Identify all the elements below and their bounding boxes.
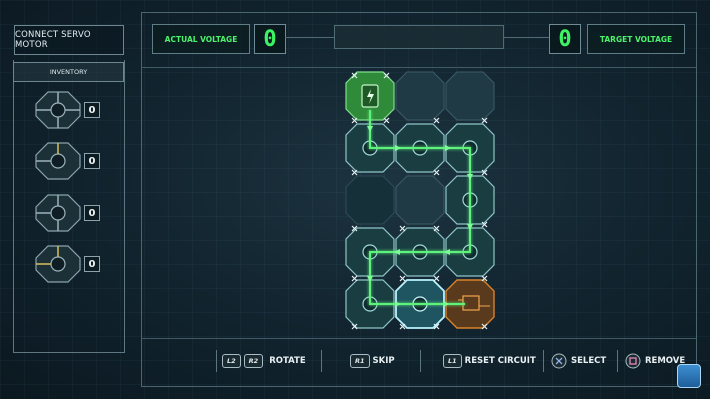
reset-circuit-label: RESET CIRCUIT [464, 356, 536, 366]
divider [321, 350, 322, 372]
circuit-board[interactable] [340, 66, 510, 338]
inventory-item-tee[interactable]: 0 [34, 193, 100, 233]
actual-voltage-value: 0 [254, 24, 286, 54]
empty-slot[interactable] [345, 175, 395, 225]
empty-slot[interactable] [395, 71, 445, 121]
inventory-item-cross[interactable]: 0 [34, 90, 100, 130]
straight-piece-icon [35, 245, 81, 283]
select-control[interactable]: SELECT [551, 352, 606, 370]
divider [141, 338, 696, 339]
cross-piece-icon [35, 91, 81, 129]
r1-key: R1 [350, 354, 370, 368]
target-voltage-value: 0 [549, 24, 581, 54]
target-voltage-label: TARGET VOLTAGE [587, 24, 685, 54]
rotate-label: ROTATE [269, 356, 306, 366]
rotate-control[interactable]: L2 R2 ROTATE [222, 352, 306, 370]
connector-line [285, 37, 334, 38]
inventory-item-straight[interactable]: 0 [34, 244, 100, 284]
inventory-count: 0 [84, 153, 100, 169]
puzzle-title: CONNECT SERVO MOTOR [14, 25, 124, 55]
empty-slot[interactable] [395, 175, 445, 225]
select-label: SELECT [571, 356, 607, 366]
divider [216, 350, 217, 372]
cross-button-icon [551, 353, 567, 369]
divider [617, 350, 618, 372]
divider [420, 350, 421, 372]
inventory-count: 0 [84, 205, 100, 221]
inventory-count: 0 [84, 102, 100, 118]
empty-slot[interactable] [445, 71, 495, 121]
corner-piece-icon [35, 142, 81, 180]
skip-control[interactable]: R1 SKIP [350, 352, 395, 370]
inventory-item-corner[interactable]: 0 [34, 141, 100, 181]
connector-line [503, 37, 549, 38]
divider [543, 350, 544, 372]
share-icon [677, 364, 701, 388]
reset-circuit-control[interactable]: L1 RESET CIRCUIT [443, 352, 536, 370]
l1-key: L1 [443, 354, 462, 368]
tee-piece-icon [35, 194, 81, 232]
inventory-header: INVENTORY [13, 62, 124, 82]
skip-label: SKIP [372, 356, 395, 366]
square-button-icon [625, 353, 641, 369]
actual-voltage-label: ACTUAL VOLTAGE [152, 24, 250, 54]
l2-key: L2 [222, 354, 241, 368]
r2-key: R2 [243, 354, 264, 368]
inventory-count: 0 [84, 256, 100, 272]
voltage-meter [334, 25, 504, 49]
